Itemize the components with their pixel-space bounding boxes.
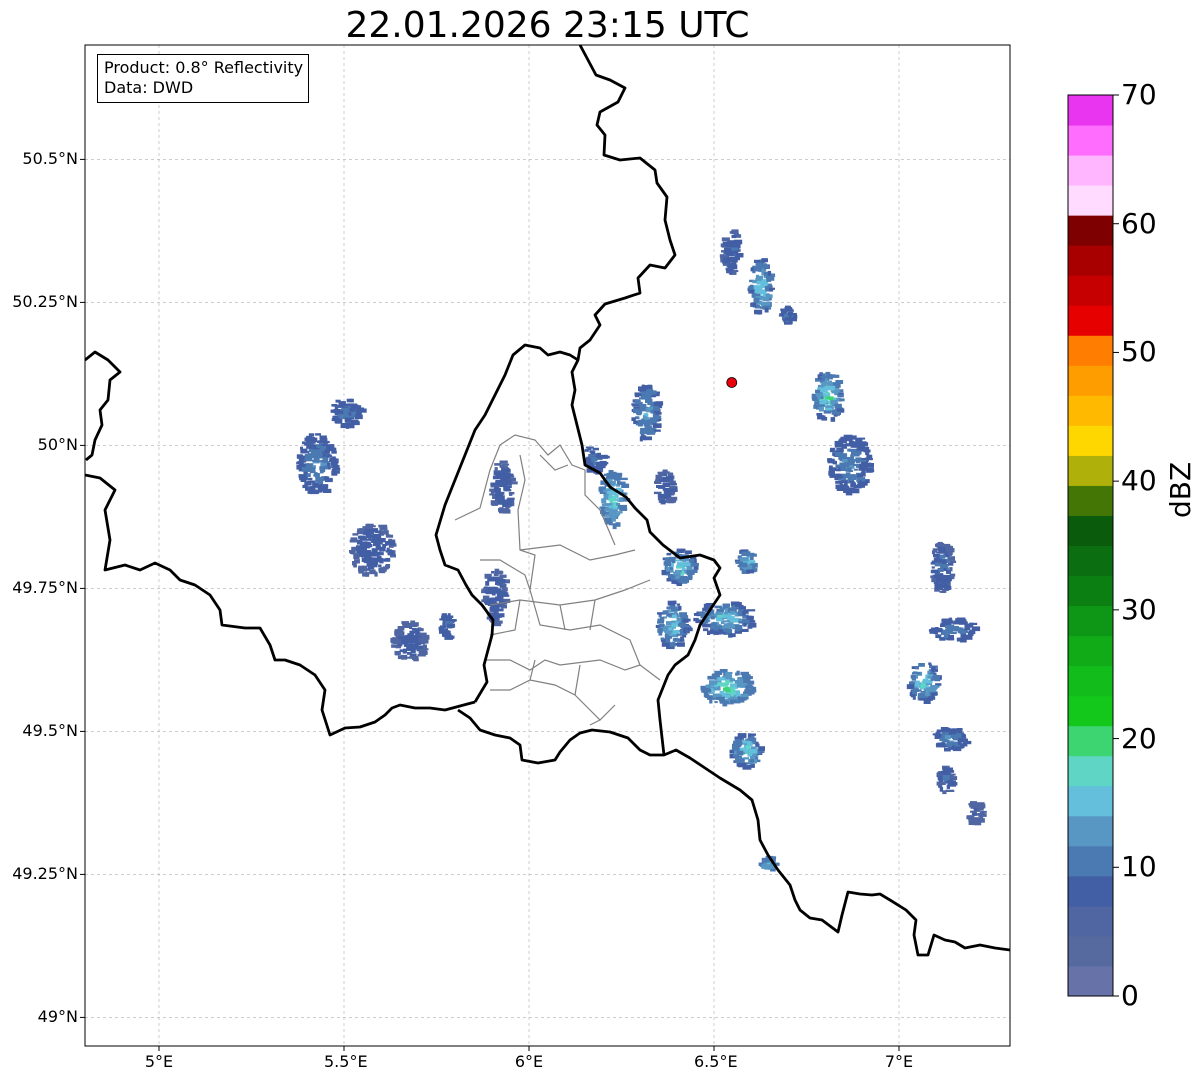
lon-tick-label: 6°E: [514, 1052, 544, 1071]
radar-site-dot: [726, 377, 738, 388]
colorbar-tick-label: 30: [1121, 592, 1157, 626]
lat-tick-label: 50°N: [37, 435, 78, 455]
colorbar: [1067, 94, 1119, 997]
data-source-label: Data: DWD: [104, 78, 194, 97]
product-label: Product: 0.8° Reflectivity: [104, 58, 304, 77]
colorbar-swatch: [1068, 125, 1113, 156]
colorbar-swatch: [1068, 665, 1113, 697]
colorbar-swatch: [1068, 485, 1113, 516]
colorbar-swatch: [1068, 185, 1113, 216]
lon-tick-label: 5°E: [144, 1052, 174, 1071]
colorbar-swatch: [1068, 785, 1113, 817]
colorbar-title: dBZ: [1164, 461, 1197, 518]
colorbar-swatch: [1068, 95, 1113, 126]
lon-tick-label: 7°E: [884, 1052, 914, 1071]
colorbar-swatch: [1068, 215, 1113, 246]
colorbar-swatch: [1068, 545, 1113, 577]
radar-map: [80, 44, 1119, 1051]
lat-tick-label: 49°N: [37, 1007, 78, 1027]
colorbar-swatch: [1068, 725, 1113, 757]
colorbar-swatch: [1068, 695, 1113, 727]
colorbar-swatch: [1068, 575, 1113, 607]
colorbar-swatch: [1068, 755, 1113, 787]
colorbar-swatch: [1068, 155, 1113, 186]
colorbar-swatch: [1068, 845, 1113, 877]
colorbar-swatch: [1068, 935, 1113, 967]
colorbar-swatch: [1068, 395, 1113, 426]
colorbar-swatch: [1068, 515, 1113, 546]
colorbar-swatch: [1068, 605, 1113, 637]
colorbar-swatch: [1068, 335, 1113, 366]
colorbar-swatch: [1068, 425, 1113, 456]
colorbar-swatch: [1068, 635, 1113, 667]
colorbar-swatch: [1068, 365, 1113, 396]
product-info-box: Product: 0.8° Reflectivity Data: DWD: [97, 54, 310, 103]
colorbar-swatch: [1068, 815, 1113, 847]
lon-tick-label: 5.5°E: [324, 1052, 368, 1071]
colorbar-tick-label: 0: [1121, 979, 1139, 1012]
radar-site-marker: [726, 377, 738, 388]
lat-tick-label: 49.75°N: [12, 578, 78, 598]
colorbar-swatch: [1068, 905, 1113, 937]
colorbar-swatch: [1068, 305, 1113, 336]
lat-tick-label: 49.25°N: [12, 864, 78, 884]
lat-tick-label: 49.5°N: [22, 721, 78, 741]
colorbar-tick-label: 60: [1121, 206, 1157, 240]
lat-tick-label: 50.25°N: [12, 292, 78, 312]
colorbar-swatch: [1068, 875, 1113, 907]
colorbar-tick-label: 50: [1121, 335, 1157, 369]
colorbar-swatch: [1068, 455, 1113, 486]
colorbar-tick-label: 40: [1121, 464, 1157, 498]
lon-tick-label: 6.5°E: [694, 1052, 738, 1071]
colorbar-swatch: [1068, 275, 1113, 306]
colorbar-tick-label: 70: [1121, 78, 1157, 111]
colorbar-swatch: [1068, 245, 1113, 276]
lat-tick-label: 50.5°N: [22, 149, 78, 169]
colorbar-tick-label: 10: [1121, 850, 1157, 884]
colorbar-tick-label: 20: [1121, 721, 1157, 755]
colorbar-swatch: [1068, 965, 1113, 997]
